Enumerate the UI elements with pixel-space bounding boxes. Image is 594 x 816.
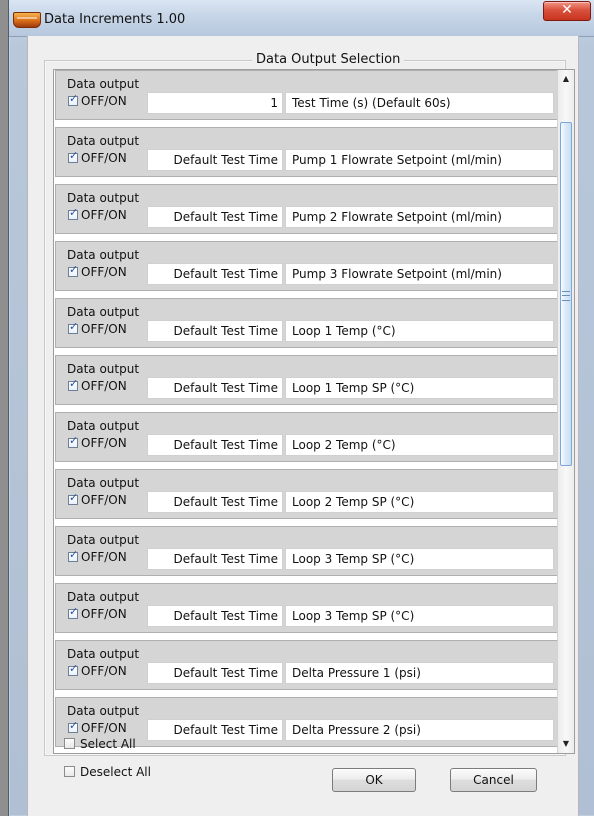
value-field[interactable]: Default Test Time [147, 320, 283, 342]
output-toggle-label: OFF/ON [81, 265, 127, 279]
chevron-up-icon[interactable]: ▲ [558, 70, 574, 88]
row-title: Data output [67, 704, 140, 718]
description-field: Loop 2 Temp (°C) [285, 434, 554, 456]
value-field[interactable]: Default Test Time [147, 605, 283, 627]
app-logo-icon [13, 12, 41, 28]
output-toggle-label: OFF/ON [81, 721, 127, 735]
output-toggle-checkbox[interactable] [68, 377, 78, 391]
dialog-content: Data Output Selection Data output OFF/ON 1… [27, 36, 579, 816]
output-toggle-checkbox[interactable] [68, 149, 78, 163]
row-title: Data output [67, 134, 140, 148]
description-field: Loop 2 Temp SP (°C) [285, 491, 554, 513]
grip-icon [562, 291, 570, 301]
data-output-row: Data output OFF/ON Default Test TimePump 3… [55, 241, 558, 291]
data-output-row: Data output OFF/ON Default Test TimeLoop 3… [55, 526, 558, 576]
description-field: Pump 2 Flowrate Setpoint (ml/min) [285, 206, 554, 228]
value-field[interactable]: Default Test Time [147, 149, 283, 171]
row-title: Data output [67, 305, 140, 319]
output-toggle-label: OFF/ON [81, 493, 127, 507]
value-field[interactable]: Default Test Time [147, 434, 283, 456]
output-toggle-checkbox[interactable] [68, 206, 78, 220]
description-field: Pump 1 Flowrate Setpoint (ml/min) [285, 149, 554, 171]
value-field[interactable]: Default Test Time [147, 548, 283, 570]
output-toggle-checkbox[interactable] [68, 491, 78, 505]
row-title: Data output [67, 248, 140, 262]
data-output-row: Data output OFF/ON Default Test TimeLoop 3… [55, 583, 558, 633]
row-title: Data output [67, 533, 140, 547]
output-toggle-checkbox[interactable] [68, 434, 78, 448]
output-toggle-label: OFF/ON [81, 322, 127, 336]
output-toggle-label: OFF/ON [81, 607, 127, 621]
output-toggle-checkbox[interactable] [68, 719, 78, 733]
value-field[interactable]: Default Test Time [147, 719, 283, 741]
value-field[interactable]: Default Test Time [147, 206, 283, 228]
description-field: Loop 3 Temp SP (°C) [285, 548, 554, 570]
output-toggle-label: OFF/ON [81, 436, 127, 450]
data-output-row: Data output OFF/ON Default Test TimePump 2… [55, 184, 558, 234]
data-output-row: Data output OFF/ON Default Test TimeLoop 2… [55, 412, 558, 462]
row-title: Data output [67, 419, 140, 433]
output-toggle-checkbox[interactable] [68, 548, 78, 562]
output-toggle-checkbox[interactable] [68, 263, 78, 277]
row-title: Data output [67, 77, 140, 91]
ok-button[interactable]: OK [332, 768, 416, 792]
output-toggle-label: OFF/ON [81, 208, 127, 222]
value-field[interactable]: 1 [147, 92, 283, 114]
data-output-row: Data output OFF/ON Default Test TimeLoop 1… [55, 298, 558, 348]
row-title: Data output [67, 590, 140, 604]
title-bar: Data Increments 1.00 ✕ [9, 0, 594, 37]
chevron-down-icon[interactable]: ▼ [558, 735, 574, 753]
description-field: Delta Pressure 2 (psi) [285, 719, 554, 741]
data-output-row: Data output OFF/ON Default Test TimeLoop 1… [55, 355, 558, 405]
output-toggle-checkbox[interactable] [68, 320, 78, 334]
row-title: Data output [67, 476, 140, 490]
select-all-checkbox[interactable] [64, 738, 75, 749]
deselect-all-label: Deselect All [80, 765, 151, 779]
output-toggle-label: OFF/ON [81, 94, 127, 108]
description-field: Loop 1 Temp SP (°C) [285, 377, 554, 399]
data-output-row: Data output OFF/ON Default Test TimePump 1… [55, 127, 558, 177]
description-field: Loop 3 Temp SP (°C) [285, 605, 554, 627]
close-icon: ✕ [561, 2, 573, 18]
cancel-button[interactable]: Cancel [450, 768, 537, 792]
description-field: Delta Pressure 1 (psi) [285, 662, 554, 684]
output-toggle-label: OFF/ON [81, 379, 127, 393]
output-toggle-checkbox[interactable] [68, 92, 78, 106]
description-field: Loop 1 Temp (°C) [285, 320, 554, 342]
row-title: Data output [67, 362, 140, 376]
data-output-row: Data output OFF/ON 1Test Time (s) (Default… [55, 70, 558, 120]
value-field[interactable]: Default Test Time [147, 662, 283, 684]
rows-container: Data output OFF/ON 1Test Time (s) (Default… [55, 70, 558, 753]
output-toggle-label: OFF/ON [81, 550, 127, 564]
value-field[interactable]: Default Test Time [147, 377, 283, 399]
description-field: Test Time (s) (Default 60s) [285, 92, 554, 114]
value-field[interactable]: Default Test Time [147, 263, 283, 285]
row-title: Data output [67, 191, 140, 205]
value-field[interactable]: Default Test Time [147, 491, 283, 513]
description-field: Pump 3 Flowrate Setpoint (ml/min) [285, 263, 554, 285]
data-output-row: Data output OFF/ON Default Test TimeDelta … [55, 640, 558, 690]
output-toggle-label: OFF/ON [81, 151, 127, 165]
close-button[interactable]: ✕ [543, 1, 591, 21]
scroll-thumb[interactable] [560, 122, 572, 466]
window-title: Data Increments 1.00 [44, 12, 186, 27]
output-toggle-label: OFF/ON [81, 664, 127, 678]
output-toggle-checkbox[interactable] [68, 605, 78, 619]
data-output-row: Data output OFF/ON Default Test TimeLoop 2… [55, 469, 558, 519]
select-all-label: Select All [80, 737, 136, 751]
output-toggle-checkbox[interactable] [68, 662, 78, 676]
group-title: Data Output Selection [252, 52, 405, 68]
vertical-scrollbar[interactable]: ▲ ▼ [557, 70, 574, 753]
deselect-all-checkbox[interactable] [64, 766, 75, 777]
row-title: Data output [67, 647, 140, 661]
dialog-window: Data Increments 1.00 ✕ Data Output Selec… [8, 0, 594, 816]
data-output-list: Data output OFF/ON 1Test Time (s) (Default… [53, 69, 575, 754]
